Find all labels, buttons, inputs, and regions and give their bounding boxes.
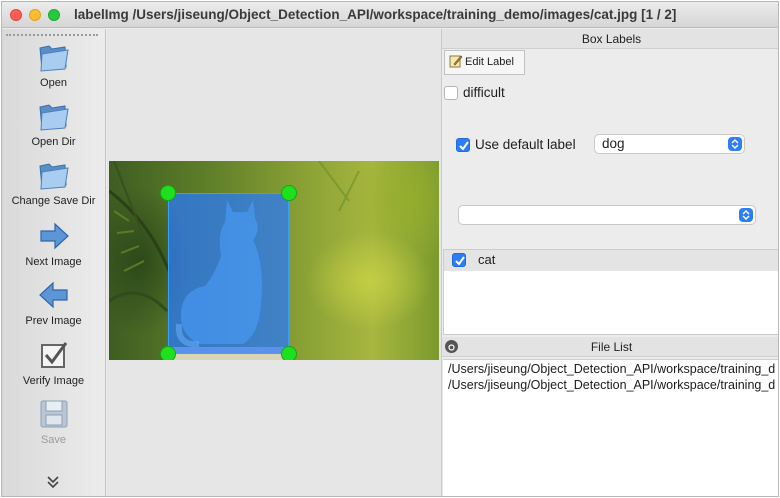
floppy-disk-icon [40, 400, 67, 428]
open-dir-label: Open Dir [31, 136, 76, 148]
edit-icon [449, 55, 463, 68]
prev-image-button[interactable]: Prev Image [2, 279, 105, 327]
folder-icon [38, 163, 69, 190]
updown-chevron-icon [739, 208, 753, 222]
arrow-right-icon [39, 222, 69, 250]
box-labels-title: Box Labels [442, 29, 778, 49]
prev-image-label: Prev Image [25, 315, 82, 327]
edit-label-text: Edit Label [465, 56, 514, 68]
difficult-label: difficult [463, 85, 505, 100]
app-window: labelImg /Users/jiseung/Object_Detection… [1, 1, 779, 497]
toolbar-grip[interactable] [6, 34, 98, 36]
close-window-button[interactable] [10, 9, 22, 21]
image-canvas[interactable] [107, 29, 441, 496]
arrow-left-icon [38, 281, 68, 309]
verify-image-label: Verify Image [22, 375, 85, 387]
change-save-dir-button[interactable]: Change Save Dir [2, 159, 105, 207]
right-panel: Box Labels Edit Label difficult Use defa… [441, 29, 778, 496]
bbox-handle-bottom-right[interactable] [281, 346, 297, 360]
file-list-item[interactable]: /Users/jiseung/Object_Detection_API/work… [448, 362, 775, 376]
next-image-button[interactable]: Next Image [2, 220, 105, 268]
difficult-checkbox[interactable] [444, 86, 458, 100]
cat-silhouette [175, 200, 262, 348]
change-save-dir-label: Change Save Dir [11, 195, 96, 207]
minimize-window-button[interactable] [29, 9, 41, 21]
checkmark-icon [455, 256, 465, 266]
toolbar: Open Open Dir Change Save Dir Next Image [2, 29, 106, 496]
verify-image-button[interactable]: Verify Image [2, 339, 105, 387]
file-list: /Users/jiseung/Object_Detection_API/work… [443, 359, 778, 496]
next-image-label: Next Image [25, 256, 82, 268]
default-label-combo[interactable]: dog [594, 134, 745, 154]
save-label: Save [40, 434, 67, 446]
title-bar: labelImg /Users/jiseung/Object_Detection… [2, 2, 778, 28]
default-label-value: dog [602, 136, 625, 151]
bounding-box-cat[interactable] [168, 193, 289, 354]
checkmark-icon [459, 141, 469, 151]
label-visibility-checkbox[interactable] [452, 253, 466, 267]
list-item[interactable]: cat [444, 250, 778, 271]
zoom-window-button[interactable] [48, 9, 60, 21]
label-name: cat [478, 252, 496, 267]
file-list-item[interactable]: /Users/jiseung/Object_Detection_API/work… [448, 378, 775, 392]
use-default-label-text: Use default label [475, 137, 576, 152]
open-dir-button[interactable]: Open Dir [2, 100, 105, 148]
file-list-title: File List [442, 337, 778, 357]
dock-float-icon[interactable] [445, 340, 458, 353]
bbox-handle-bottom-left[interactable] [160, 346, 176, 360]
open-label: Open [40, 77, 67, 89]
label-filter-combo[interactable] [458, 205, 756, 225]
use-default-label-checkbox[interactable] [456, 138, 470, 152]
double-chevron-down-icon[interactable] [46, 475, 60, 489]
save-button[interactable]: Save [2, 398, 105, 446]
file-list-title-text: File List [590, 340, 633, 354]
open-button[interactable]: Open [2, 41, 105, 89]
folder-icon [38, 45, 69, 72]
folder-icon [38, 104, 69, 131]
label-list: cat [443, 249, 778, 335]
checkbox-icon [40, 342, 67, 368]
bbox-handle-top-left[interactable] [160, 185, 176, 201]
edit-label-button[interactable]: Edit Label [444, 50, 525, 75]
cat-photo[interactable] [109, 161, 439, 360]
window-title: labelImg /Users/jiseung/Object_Detection… [74, 7, 677, 22]
updown-chevron-icon [728, 137, 742, 151]
bbox-handle-top-right[interactable] [281, 185, 297, 201]
